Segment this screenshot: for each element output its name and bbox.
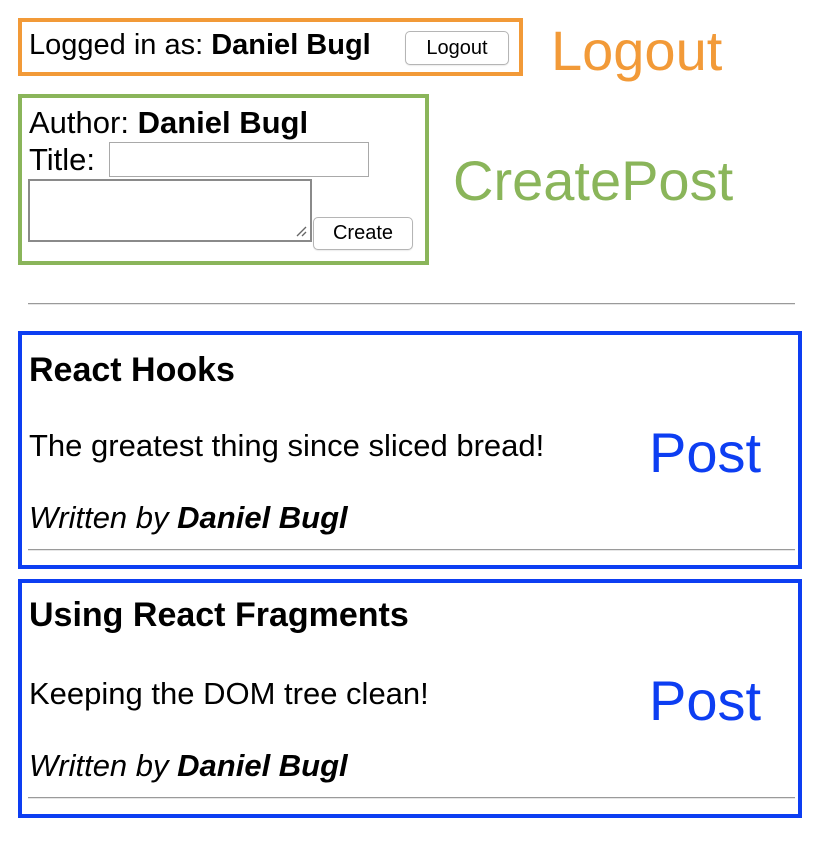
post-author: Daniel Bugl — [177, 500, 348, 535]
post-annotation: Post — [649, 669, 762, 732]
post-content: Keeping the DOM tree clean! — [29, 676, 429, 711]
logged-in-user: Daniel Bugl — [211, 29, 371, 61]
written-by-label: Written by — [29, 500, 169, 535]
post-content: The greatest thing since sliced bread! — [29, 428, 545, 463]
post-divider — [28, 549, 795, 551]
post-author: Daniel Bugl — [177, 748, 348, 783]
post-annotation: Post — [649, 421, 762, 484]
title-label: Title: — [29, 142, 96, 177]
author-name: Daniel Bugl — [137, 105, 309, 140]
logged-in-text: Logged in as: — [29, 29, 204, 61]
post-title: React Hooks — [29, 351, 235, 389]
post-byline: Written by Daniel Bugl — [29, 750, 348, 781]
title-input[interactable] — [109, 142, 369, 177]
resize-grip-icon[interactable] — [295, 225, 307, 237]
separator-line — [28, 303, 795, 305]
logged-in-label: Logged in as: Daniel Bugl — [29, 31, 371, 60]
post-byline: Written by Daniel Bugl — [29, 502, 348, 533]
logout-annotation: Logout — [551, 19, 723, 82]
create-button[interactable]: Create — [313, 217, 413, 250]
logout-button[interactable]: Logout — [405, 31, 509, 65]
author-label: Author: — [29, 105, 129, 140]
createpost-annotation: CreatePost — [453, 149, 734, 212]
author-line: Author: Daniel Bugl — [29, 107, 308, 138]
written-by-label: Written by — [29, 748, 169, 783]
post-title: Using React Fragments — [29, 596, 409, 634]
content-textarea[interactable] — [28, 179, 312, 242]
post-divider — [28, 797, 795, 799]
